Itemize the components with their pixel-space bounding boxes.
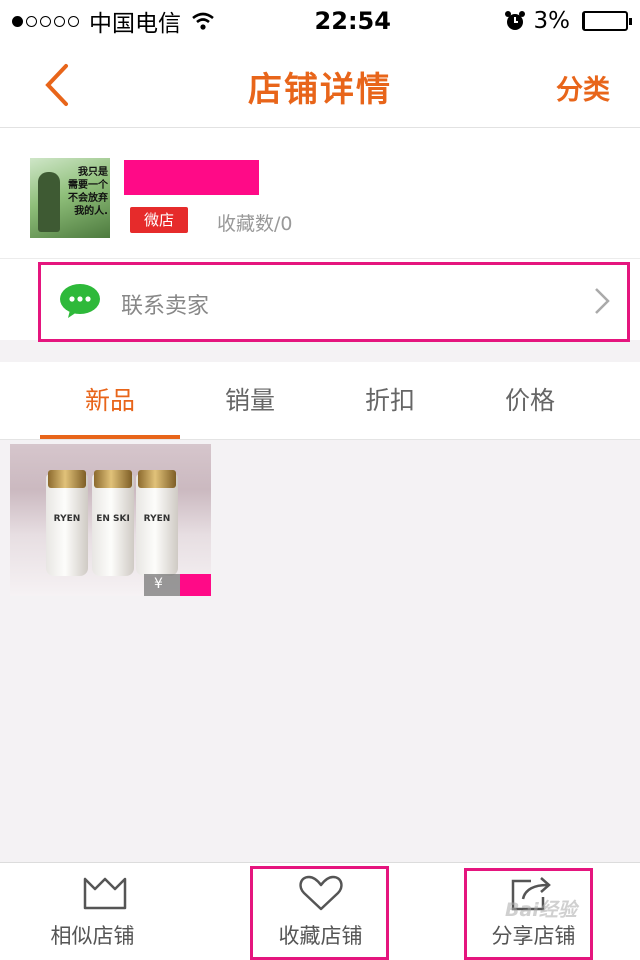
tab-discount[interactable]: 折扣	[320, 362, 460, 439]
tab-price[interactable]: 价格	[460, 362, 600, 439]
avatar-caption-line: 我只是	[78, 167, 108, 178]
price-tag: ¥	[144, 574, 211, 596]
chevron-right-icon	[595, 288, 610, 314]
avatar-caption-line: 需要一个	[68, 180, 108, 191]
shop-avatar[interactable]: 我只是 需要一个 不会放弃 我的人.	[30, 158, 110, 238]
chat-bubble-icon	[60, 284, 100, 318]
status-right: 3%	[504, 8, 632, 34]
avatar-caption: 我只是 需要一个 不会放弃 我的人.	[56, 166, 108, 218]
price-redacted	[180, 574, 211, 596]
signal-icon	[12, 15, 79, 27]
tab-sales[interactable]: 销量	[180, 362, 320, 439]
category-button[interactable]: 分类	[556, 68, 610, 107]
crown-icon	[83, 877, 127, 910]
sort-tabs: 新品 销量 折扣 价格	[0, 362, 640, 440]
avatar-caption-line: 不会放弃	[68, 193, 108, 204]
bottle-label: RYEN	[143, 514, 171, 524]
bottle-cap	[138, 470, 176, 488]
shop-card: 我只是 需要一个 不会放弃 我的人. 微店 收藏数/0 联系卖家	[0, 128, 640, 342]
bottle-cap	[48, 470, 86, 488]
product-bottle: RYEN	[136, 470, 178, 576]
similar-shops-label: 相似店铺	[50, 924, 135, 948]
page-title: 店铺详情	[248, 70, 392, 110]
product-bottle: EN SKI	[92, 470, 134, 576]
highlight-box	[250, 866, 389, 960]
watermark: Bai经验	[505, 899, 577, 921]
contact-seller-label: 联系卖家	[121, 294, 210, 319]
battery-fill	[584, 13, 586, 29]
battery-icon	[582, 11, 632, 31]
tab-new[interactable]: 新品	[40, 362, 180, 439]
bottle-label: RYEN	[53, 514, 81, 524]
similar-shops-button[interactable]: 相似店铺	[0, 863, 213, 960]
battery-percent: 3%	[533, 8, 571, 34]
product-bottle: RYEN	[46, 470, 88, 576]
clock: 22:54	[314, 7, 391, 35]
favorite-count: 收藏数/0	[217, 213, 293, 235]
carrier-label: 中国电信	[89, 11, 181, 37]
currency-symbol: ¥	[154, 576, 163, 592]
nav-bar: 店铺详情 分类	[0, 42, 640, 128]
shop-name-redacted	[124, 160, 259, 195]
status-bar: 中国电信 22:54 3%	[0, 0, 640, 42]
avatar-caption-line: 我的人.	[74, 206, 108, 217]
alarm-icon	[504, 11, 525, 30]
weidian-badge: 微店	[130, 207, 188, 233]
product-card[interactable]: RYEN EN SKI RYEN ¥	[10, 444, 211, 596]
contact-seller-row[interactable]: 联系卖家	[0, 258, 640, 342]
bottle-cap	[94, 470, 132, 488]
bottle-label: EN SKI	[96, 514, 130, 524]
